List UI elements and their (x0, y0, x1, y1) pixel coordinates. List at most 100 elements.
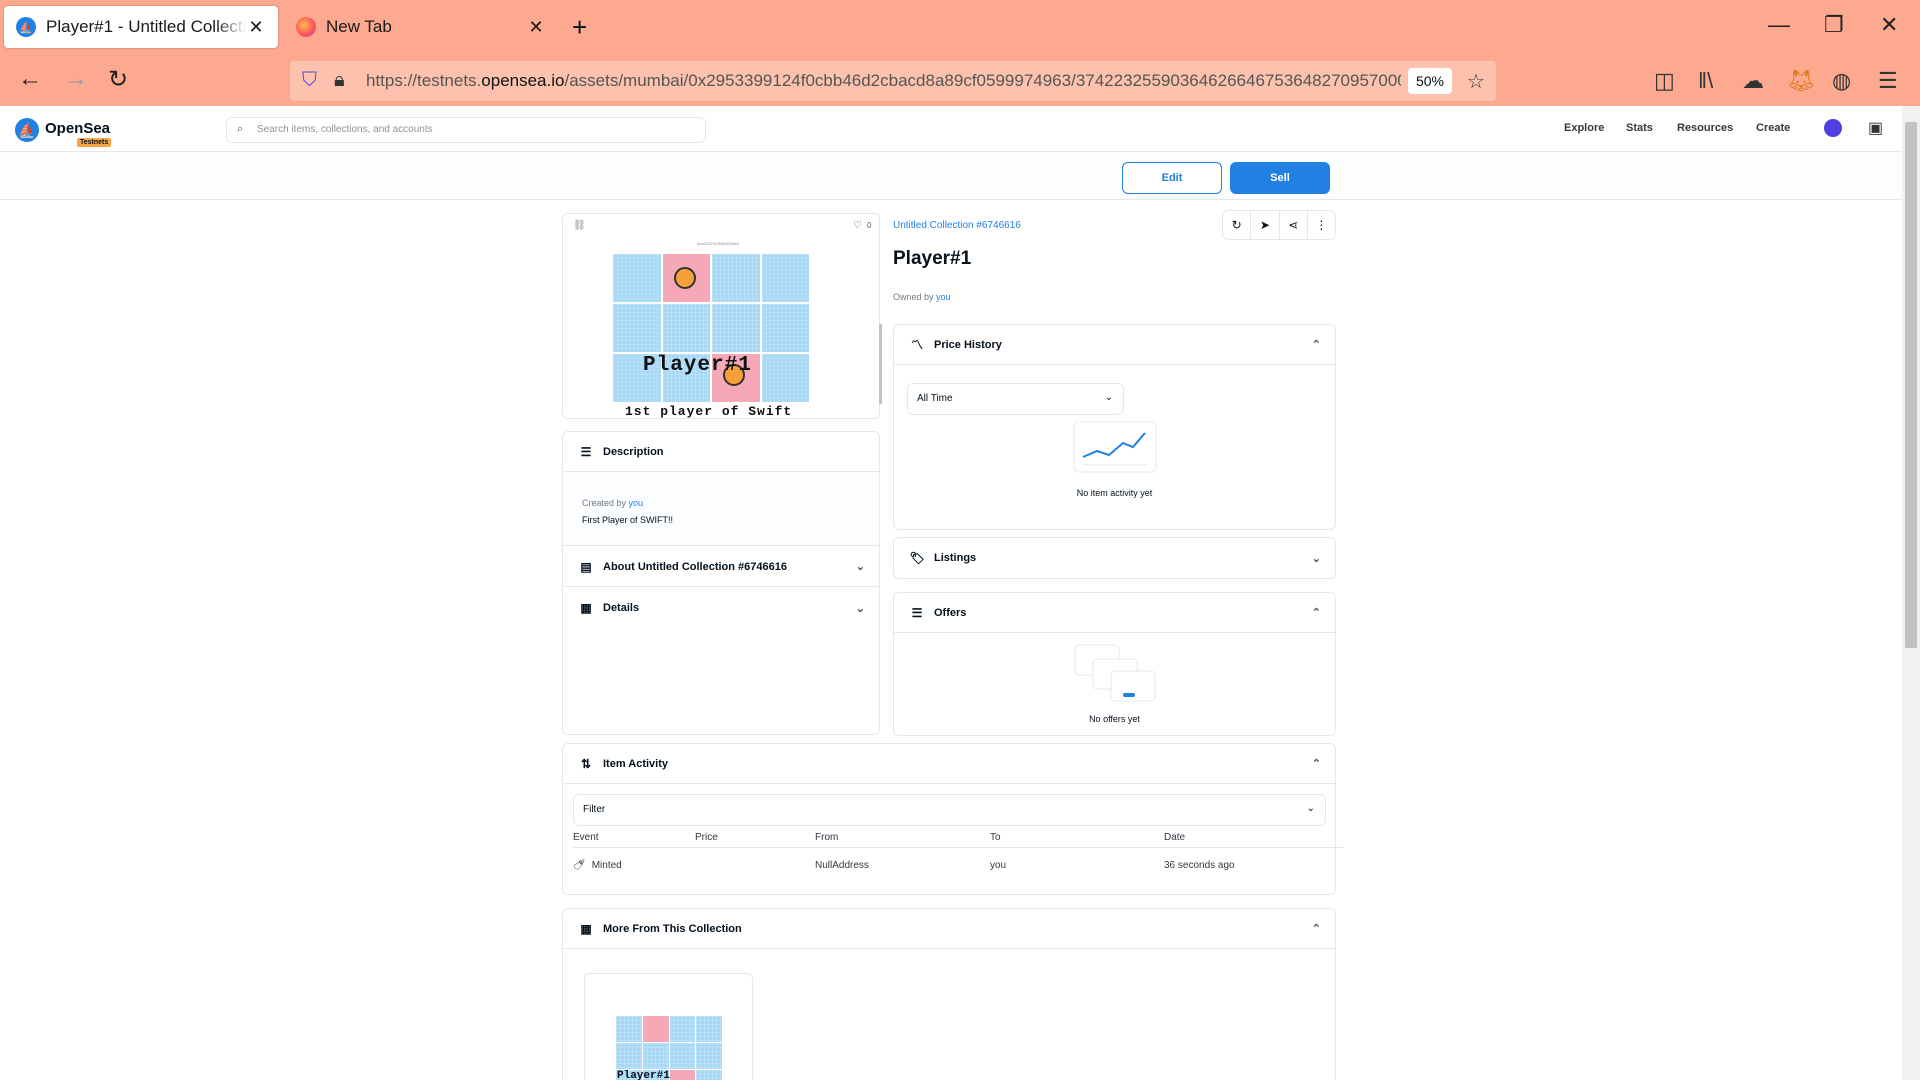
details-header[interactable]: ▦ Details ⌄ (563, 588, 879, 628)
nav-create[interactable]: Create (1756, 122, 1790, 134)
description-lines-icon: ☰ (580, 444, 592, 459)
event-cell: Minted (591, 860, 622, 871)
zoom-level[interactable]: 50% (1408, 68, 1452, 94)
page-scrollbar-thumb[interactable] (1905, 122, 1917, 648)
forward-icon[interactable]: → (64, 65, 88, 93)
url-bar[interactable]: ⛉ 🔒︎ https://testnets.opensea.io/assets/… (290, 61, 1496, 101)
chevron-down-icon: ⌄ (1104, 392, 1113, 403)
restore-icon[interactable]: ❐ (1824, 12, 1844, 38)
new-tab-icon[interactable]: + (572, 12, 587, 42)
offers-header[interactable]: ☰ Offers ⌃ (894, 593, 1335, 633)
player-face-icon (674, 267, 696, 289)
logo-text[interactable]: OpenSea (45, 120, 110, 137)
from-link[interactable]: NullAddress (815, 848, 990, 884)
chevron-down-icon: ⌄ (855, 561, 865, 573)
tab-new[interactable]: New Tab ✕ (284, 6, 558, 48)
menu-icon[interactable]: ☰ (1878, 68, 1898, 94)
tab-opensea[interactable]: ⛵ Player#1 - Untitled Collection #674661… (4, 6, 278, 48)
minimize-icon[interactable]: — (1768, 12, 1790, 38)
more-options-icon[interactable]: ⋮ (1308, 211, 1335, 239)
price-history-card: 〽 Price History ⌃ All Time ⌄ No item act… (893, 324, 1336, 530)
nft-grid (613, 254, 809, 402)
pocket-icon[interactable]: ◫ (1654, 68, 1675, 94)
offers-card: ☰ Offers ⌃ No offers yet (893, 592, 1336, 736)
page-content: ⛵ OpenSea Testnets ⌕ Search items, colle… (0, 106, 1920, 1080)
more-from-collection-card: ▦ More From This Collection ⌃ Player#1 (562, 908, 1336, 1080)
chevron-down-icon: ⌄ (855, 602, 865, 615)
lock-icon[interactable]: 🔒︎ (334, 69, 345, 92)
nav-stats[interactable]: Stats (1626, 122, 1653, 134)
browser-tab-bar: ⛵ Player#1 - Untitled Collection #674661… (0, 0, 1920, 55)
transfer-icon[interactable]: ➤ (1251, 211, 1280, 239)
asset-toolbar: ↻ ➤ ⋖ ⋮ (1222, 210, 1336, 240)
activity-filter-select[interactable]: Filter ⌄ (573, 794, 1326, 826)
like-count: 0 (867, 221, 872, 230)
chevron-up-icon: ⌃ (1311, 758, 1321, 770)
collection-link[interactable]: Untitled Collection #6746616 (893, 220, 1021, 231)
date-cell: 36 seconds ago (1164, 860, 1235, 871)
tab-title: Player#1 - Untitled Collection #6746616 … (46, 17, 246, 36)
back-icon[interactable]: ← (18, 65, 42, 93)
owned-by: Owned by you (893, 292, 951, 302)
empty-chart-icon (1073, 421, 1157, 473)
search-input[interactable]: ⌕ Search items, collections, and account… (226, 117, 706, 143)
chevron-up-icon: ⌃ (1311, 607, 1321, 619)
nft-image-label: 0xcd1327e2f4d2f21ae0 (697, 241, 739, 246)
shield-icon[interactable]: ⛉ (302, 69, 317, 92)
opensea-logo-icon[interactable]: ⛵ (15, 118, 39, 142)
extension-globe-icon[interactable]: ◍ (1832, 68, 1851, 94)
heart-icon[interactable]: ♡ (853, 220, 862, 231)
listings-card: 🏷︎ Listings ⌄ (893, 537, 1336, 579)
nft-image[interactable]: Player#1 (613, 254, 809, 402)
description-header[interactable]: ☰ Description (563, 432, 879, 472)
collection-item-title: Player#1 (617, 1070, 670, 1080)
nft-image-subtitle: 1st player of Swift (625, 404, 793, 419)
to-link[interactable]: you (990, 848, 1164, 884)
share-icon[interactable]: ⋖ (1280, 211, 1308, 239)
listings-header[interactable]: 🏷︎ Listings ⌄ (894, 538, 1335, 578)
owner-link[interactable]: you (936, 292, 951, 302)
metamask-icon[interactable]: 🦊︎ (1787, 68, 1815, 94)
chevron-down-icon: ⌄ (1311, 552, 1321, 565)
asset-name: Player#1 (893, 248, 972, 269)
refresh-icon[interactable]: ↻ (1223, 211, 1252, 239)
creator-link[interactable]: you (629, 498, 644, 508)
collection-item-card[interactable]: Player#1 (584, 973, 753, 1080)
more-from-collection-header[interactable]: ▦ More From This Collection ⌃ (563, 909, 1335, 949)
chevron-up-icon: ⌃ (1311, 923, 1321, 935)
opensea-favicon-icon: ⛵ (16, 17, 36, 37)
details-icon: ▦ (580, 601, 592, 615)
price-history-header[interactable]: 〽 Price History ⌃ (894, 325, 1335, 365)
column-from: From (815, 826, 990, 848)
url-text[interactable]: https://testnets.opensea.io/assets/mumba… (366, 71, 1401, 91)
column-price: Price (695, 826, 815, 848)
column-to: To (990, 826, 1164, 848)
reload-icon[interactable]: ↻ (108, 65, 128, 94)
wallet-icon[interactable]: ▣ (1868, 118, 1883, 138)
edit-button[interactable]: Edit (1122, 162, 1222, 194)
browser-nav-bar: ← → ↻ ⛉ 🔒︎ https://testnets.opensea.io/a… (0, 55, 1920, 106)
nav-resources[interactable]: Resources (1677, 122, 1733, 134)
time-range-select[interactable]: All Time ⌄ (907, 383, 1124, 415)
tag-icon: 🏷︎ (909, 551, 925, 565)
description-card: ☰ Description Created by you First Playe… (562, 431, 880, 735)
image-scrollbar[interactable] (879, 324, 882, 404)
library-icon[interactable]: ‖\ (1698, 68, 1713, 94)
chain-link-icon[interactable]: ⛓ (573, 220, 586, 231)
sync-icon[interactable]: ☁ (1742, 68, 1764, 94)
avatar[interactable] (1824, 119, 1842, 137)
created-by: Created by you (582, 498, 644, 508)
column-event: Event (573, 826, 695, 848)
close-tab-icon[interactable]: ✕ (246, 17, 266, 38)
description-text: First Player of SWIFT!! (582, 515, 674, 525)
opensea-header: ⛵ OpenSea Testnets ⌕ Search items, colle… (0, 106, 1902, 152)
item-activity-header[interactable]: ⇅ Item Activity ⌃ (563, 744, 1335, 784)
sell-button[interactable]: Sell (1230, 162, 1330, 194)
chevron-up-icon: ⌃ (1311, 339, 1321, 351)
close-window-icon[interactable]: ✕ (1880, 12, 1898, 38)
close-tab-icon[interactable]: ✕ (526, 17, 546, 38)
swap-arrows-icon: ⇅ (580, 756, 592, 771)
about-collection-header[interactable]: ▤ About Untitled Collection #6746616 ⌄ (563, 547, 879, 587)
nav-explore[interactable]: Explore (1564, 122, 1604, 134)
bookmark-star-icon[interactable]: ☆ (1467, 69, 1485, 94)
